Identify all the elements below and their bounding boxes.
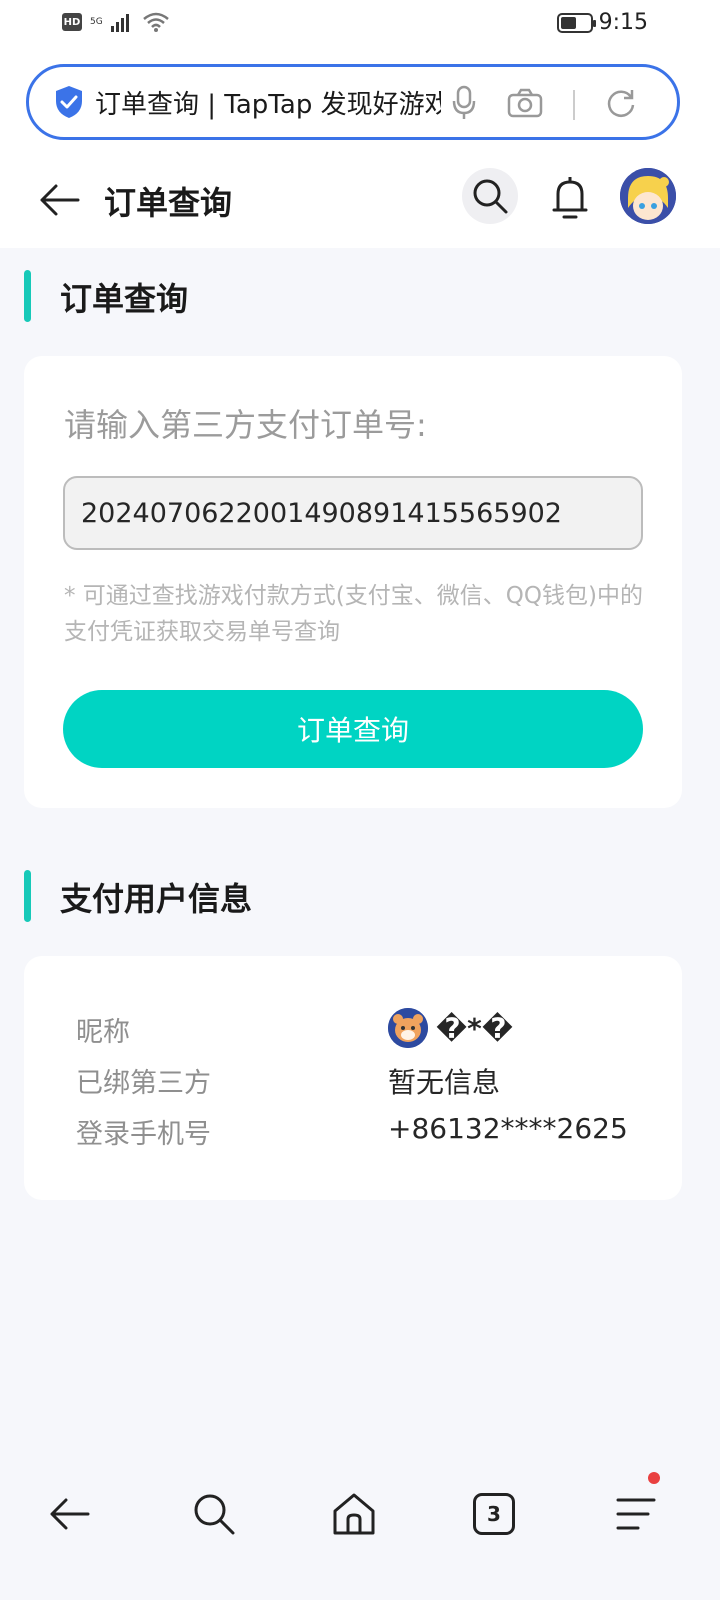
order-hint-text: * 可通过查找游戏付款方式(支付宝、微信、QQ钱包)中的支付凭证获取交易单号查询: [64, 583, 643, 645]
separator: [573, 90, 575, 120]
nickname-value: �*�: [436, 1012, 513, 1045]
order-section-title: 订单查询: [60, 280, 189, 318]
nav-back-icon[interactable]: [42, 1486, 98, 1542]
order-query-card: 请输入第三方支付订单号: * 可通过查找游戏付款方式(支付宝、微信、QQ钱包)中…: [24, 356, 682, 808]
back-arrow-icon[interactable]: [38, 178, 82, 222]
hd-badge: HD: [62, 13, 82, 31]
mic-icon[interactable]: [451, 85, 477, 125]
order-number-label: 请输入第三方支付订单号:: [64, 406, 427, 444]
url-title[interactable]: 订单查询 | TapTap 发现好游戏: [95, 84, 441, 121]
refresh-icon[interactable]: [605, 87, 637, 123]
phone-value: +86132****2625: [388, 1112, 628, 1145]
status-time: 9:15: [598, 10, 648, 35]
tab-count: 3: [473, 1493, 515, 1535]
network-indicator: 5G: [90, 16, 103, 27]
user-avatar: [388, 1008, 428, 1048]
user-section-title: 支付用户信息: [60, 880, 253, 918]
bell-icon[interactable]: [546, 172, 594, 224]
section-accent-bar: [24, 270, 31, 322]
app-header: 订单查询: [0, 158, 720, 248]
nav-menu-icon[interactable]: [608, 1472, 664, 1542]
status-bar: HD 5G 9:15: [0, 0, 720, 48]
user-info-card: 昵称 �*� 已绑第三方 暂无信息 登录手机号 +86132****2625: [24, 956, 682, 1200]
browser-toolbar: 订单查询 | TapTap 发现好游戏: [0, 48, 720, 158]
bound-third-party-label: 已绑第三方: [76, 1068, 211, 1099]
order-number-input[interactable]: [63, 476, 643, 550]
camera-icon[interactable]: [507, 88, 543, 122]
phone-label: 登录手机号: [76, 1119, 211, 1150]
wifi-icon: [142, 12, 169, 32]
notification-dot: [648, 1472, 660, 1484]
address-bar[interactable]: 订单查询 | TapTap 发现好游戏: [26, 64, 680, 140]
section-accent-bar: [24, 870, 31, 922]
order-query-button[interactable]: 订单查询: [63, 690, 643, 768]
nav-search-icon[interactable]: [186, 1486, 242, 1542]
bound-third-party-value: 暂无信息: [388, 1066, 501, 1099]
signal-icon: [110, 14, 129, 32]
browser-bottom-nav: 3: [0, 1456, 720, 1600]
shield-icon: [53, 85, 85, 119]
nav-home-icon[interactable]: [326, 1486, 382, 1542]
avatar[interactable]: [620, 168, 676, 224]
nav-tabs-button[interactable]: 3: [466, 1486, 522, 1542]
search-icon[interactable]: [462, 168, 518, 224]
nickname-label: 昵称: [76, 1017, 130, 1048]
page-title: 订单查询: [104, 184, 233, 222]
battery-icon: [556, 12, 596, 33]
